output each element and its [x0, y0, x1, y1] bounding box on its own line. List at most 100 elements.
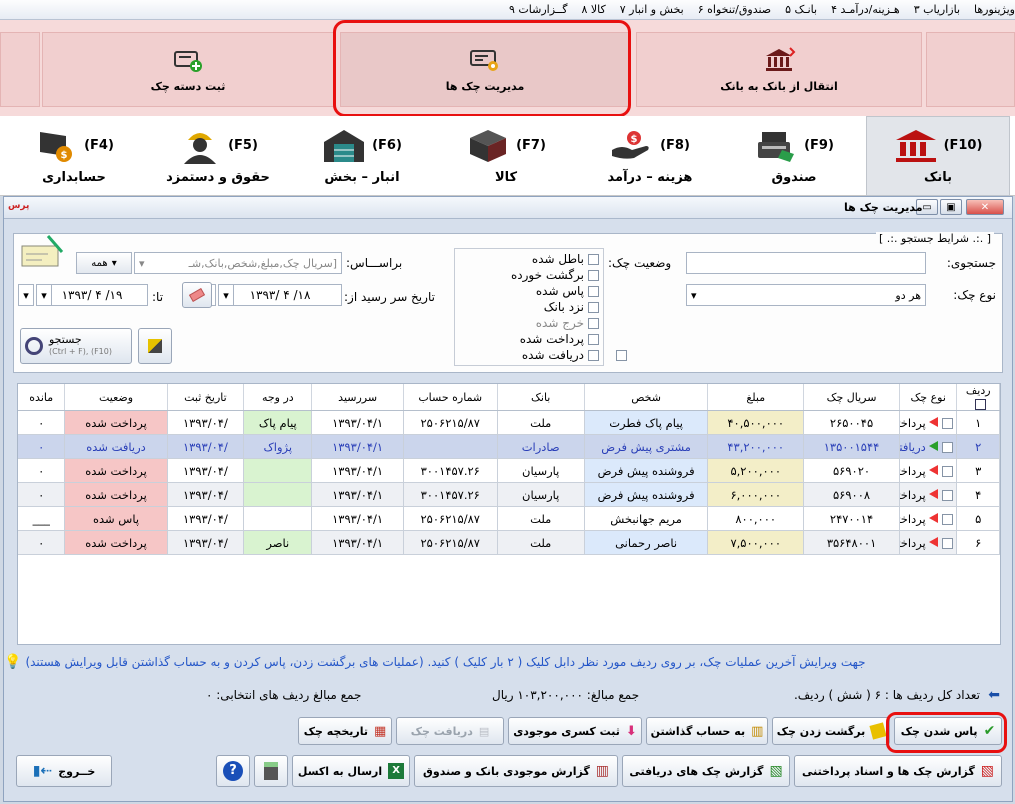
calculator-icon [264, 762, 278, 780]
status-option[interactable]: برگشت خورده [455, 267, 599, 283]
search-panel: [ .:. شرایط جستجو .:. ] جستجوی: نوع چک: … [13, 232, 1003, 373]
menu-item[interactable]: ۸ کالا [581, 3, 605, 16]
row-count: تعداد کل ردیف ها : ۶ ( شش ) ردیف. [793, 688, 980, 702]
status-option[interactable]: پاس شده [455, 283, 599, 299]
svg-text:$: $ [631, 134, 638, 145]
lightbulb-icon: 💡 [4, 654, 22, 670]
due-from-dropdown[interactable]: ▾ [218, 284, 234, 306]
table-row[interactable]: ۶ پرداختی ۳۵۶۴۸۰۰۱ ۷,۵۰۰,۰۰۰ ناصر رحمانی… [18, 530, 1000, 555]
check-type-select[interactable]: هر دو ▾ [686, 284, 926, 306]
ribbon-button-partial[interactable] [926, 32, 1015, 107]
column-header[interactable]: تاریخ ثبت [167, 384, 245, 411]
incoming-arrow-icon [929, 440, 939, 451]
exit-button[interactable]: خــروج ⇠▮ [16, 755, 112, 787]
table-header: ردیف نوع چک سریال چک مبلغ شخص بانک شماره… [18, 384, 1000, 411]
outgoing-arrow-icon [929, 416, 939, 427]
due-from-input[interactable]: ۱۳۹۳/ ۴ /۱۸ [218, 284, 342, 306]
excel-icon: X [388, 763, 405, 779]
column-header[interactable]: در وجه [243, 384, 313, 411]
tab-income-expense[interactable]: $ (F8) هزینه – درآمد [578, 116, 722, 196]
column-header[interactable]: سررسید [311, 384, 404, 411]
menu-item[interactable]: ۳ بازاریاب [914, 3, 960, 16]
status-option[interactable]: پرداخت شده [455, 331, 599, 347]
bank-transfer-button[interactable]: انتقال از بانک به بانک [636, 32, 922, 107]
all-select[interactable]: همه ▾ [76, 252, 132, 274]
chevron-down-icon: ▾ [41, 288, 47, 302]
clear-dates-button[interactable] [182, 282, 212, 308]
menu-item[interactable]: ۷ بخش و انبار [620, 3, 684, 16]
column-header[interactable]: مبلغ [707, 384, 805, 411]
edit-hint: 💡 جهت ویرایش آخرین عملیات چک، بر روی ردی… [4, 654, 866, 670]
clear-filter-button[interactable] [138, 328, 172, 364]
tab-goods[interactable]: (F7) کالا [434, 116, 578, 196]
window-title: مدیریت چک ها [844, 201, 923, 214]
checks-report-button[interactable]: ▧ گزارش چک ها و اسناد پرداختنی [794, 755, 1002, 787]
query-label: جستجوی: [946, 256, 996, 270]
receive-check-icon: ▤ [478, 724, 490, 738]
box-icon [470, 129, 507, 162]
close-button[interactable]: ✕ [966, 199, 1004, 215]
report-icon: ▧ [980, 763, 994, 779]
due-to-label: تا: [152, 290, 164, 304]
bank-small-icon: ▥ [751, 723, 764, 739]
table-row[interactable]: ۳ پرداختی ۵۶۹۰۲۰ ۵,۲۰۰,۰۰۰ فروشنده پیش ف… [18, 458, 1000, 483]
deposit-button[interactable]: ▥ به حساب گذاشتن [646, 717, 768, 745]
column-header[interactable]: ردیف [956, 384, 1000, 411]
column-header[interactable]: شماره حساب [403, 384, 498, 411]
due-to-input[interactable]: ۱۳۹۳/ ۴ /۱۹ [36, 284, 148, 306]
tab-bank[interactable]: (F10) بانک [866, 116, 1010, 196]
table-row[interactable]: ۱ پرداختی ۲۶۵۰۰۴۵ ۴۰,۵۰۰,۰۰۰ پیام پاک فط… [18, 410, 1000, 435]
status-option[interactable]: باطل شده [455, 251, 599, 267]
column-header[interactable]: سریال چک [803, 384, 900, 411]
status-option[interactable]: خرج شده [455, 315, 599, 331]
window-titlebar: پرس ▭ ▣ ✕ مدیریت چک ها [4, 197, 1012, 219]
menu-item[interactable]: ویژینورها [974, 3, 1015, 16]
due-to-dropdown[interactable]: ▾ [36, 284, 52, 306]
menu-item[interactable]: ۴ هـزینه/درآمـد [831, 3, 900, 16]
ribbon-button-partial[interactable] [0, 32, 40, 107]
check-history-button[interactable]: ▦ تاریخچه چک [298, 717, 392, 745]
bounce-check-button[interactable]: برگشت زدن چک [772, 717, 890, 745]
search-section-title: [ .:. شرایط جستجو .:. ] [875, 232, 994, 245]
restore-button[interactable]: ▣ [940, 199, 962, 215]
table-row[interactable]: ۵ پرداختی ۲۴۷۰۰۱۴ ۸۰۰,۰۰۰ مریم جهانبخش م… [18, 506, 1000, 531]
menu-item[interactable]: ۹ گــزارشات [509, 3, 567, 16]
column-header[interactable]: مانده [18, 384, 66, 411]
highlight-frame [886, 712, 1007, 753]
table-row[interactable]: ۴ پرداختی ۵۶۹۰۰۸ ۶,۰۰۰,۰۰۰ فروشنده پیش ف… [18, 482, 1000, 507]
brush-icon [148, 339, 162, 353]
bank-icon [895, 129, 936, 162]
column-header[interactable]: بانک [497, 384, 585, 411]
help-button[interactable]: ? [216, 755, 250, 787]
tab-payroll[interactable]: (F5) حقوق و دستمزد [146, 116, 290, 196]
menu-item[interactable]: ۵ بانـک [785, 3, 817, 16]
column-header[interactable]: شخص [584, 384, 709, 411]
receive-check-button[interactable]: ▤ دریافت چک [396, 717, 504, 745]
column-header[interactable]: وضعیت [64, 384, 168, 411]
tab-accounting[interactable]: $ (F4) حسابداری [2, 116, 146, 196]
query-input[interactable] [686, 252, 926, 274]
status-option[interactable]: نزد بانک [455, 299, 599, 315]
table-row[interactable]: ۲ دریافتی ۱۳۵۰۰۱۵۴۴ ۴۳,۲۰۰,۰۰۰ مشتری پیش… [18, 434, 1000, 459]
based-on-select[interactable]: [سریال چک,مبلغ,شخص,بانک,شـ ▾ [134, 252, 342, 274]
select-all-status-checkbox[interactable] [616, 350, 627, 361]
left-arrow-icon: ⬅ [988, 687, 1000, 703]
menu-item[interactable]: ۶ صندوق/تنخواه [698, 3, 771, 16]
chevron-down-icon: ▾ [111, 257, 117, 269]
due-to-dropdown-2[interactable]: ▾ [18, 284, 34, 306]
status-option[interactable]: دریافت شده [455, 347, 599, 363]
cash-register-icon [758, 131, 795, 162]
bank-transfer-icon [766, 47, 796, 71]
checkbook-add-icon [174, 51, 202, 72]
tab-warehouse[interactable]: (F6) انبار – بخش [290, 116, 434, 196]
calculator-button[interactable] [254, 755, 288, 787]
received-checks-report-button[interactable]: ▧ گزارش چک های دریافتی [622, 755, 790, 787]
history-icon: ▦ [374, 723, 387, 739]
column-header[interactable]: نوع چک [899, 384, 958, 411]
export-excel-button[interactable]: X ارسال به اکسل [292, 755, 410, 787]
register-checkbook-button[interactable]: ثبت دسته چک [42, 32, 334, 107]
tab-cashbox[interactable]: (F9) صندوق [722, 116, 866, 196]
register-deficit-button[interactable]: ⬇ ثبت کسری موجودی [508, 717, 642, 745]
search-button[interactable]: جستجو (Ctrl + F), (F10) [20, 328, 132, 364]
balance-report-button[interactable]: ▥ گزارش موجودی بانک و صندوق [414, 755, 618, 787]
